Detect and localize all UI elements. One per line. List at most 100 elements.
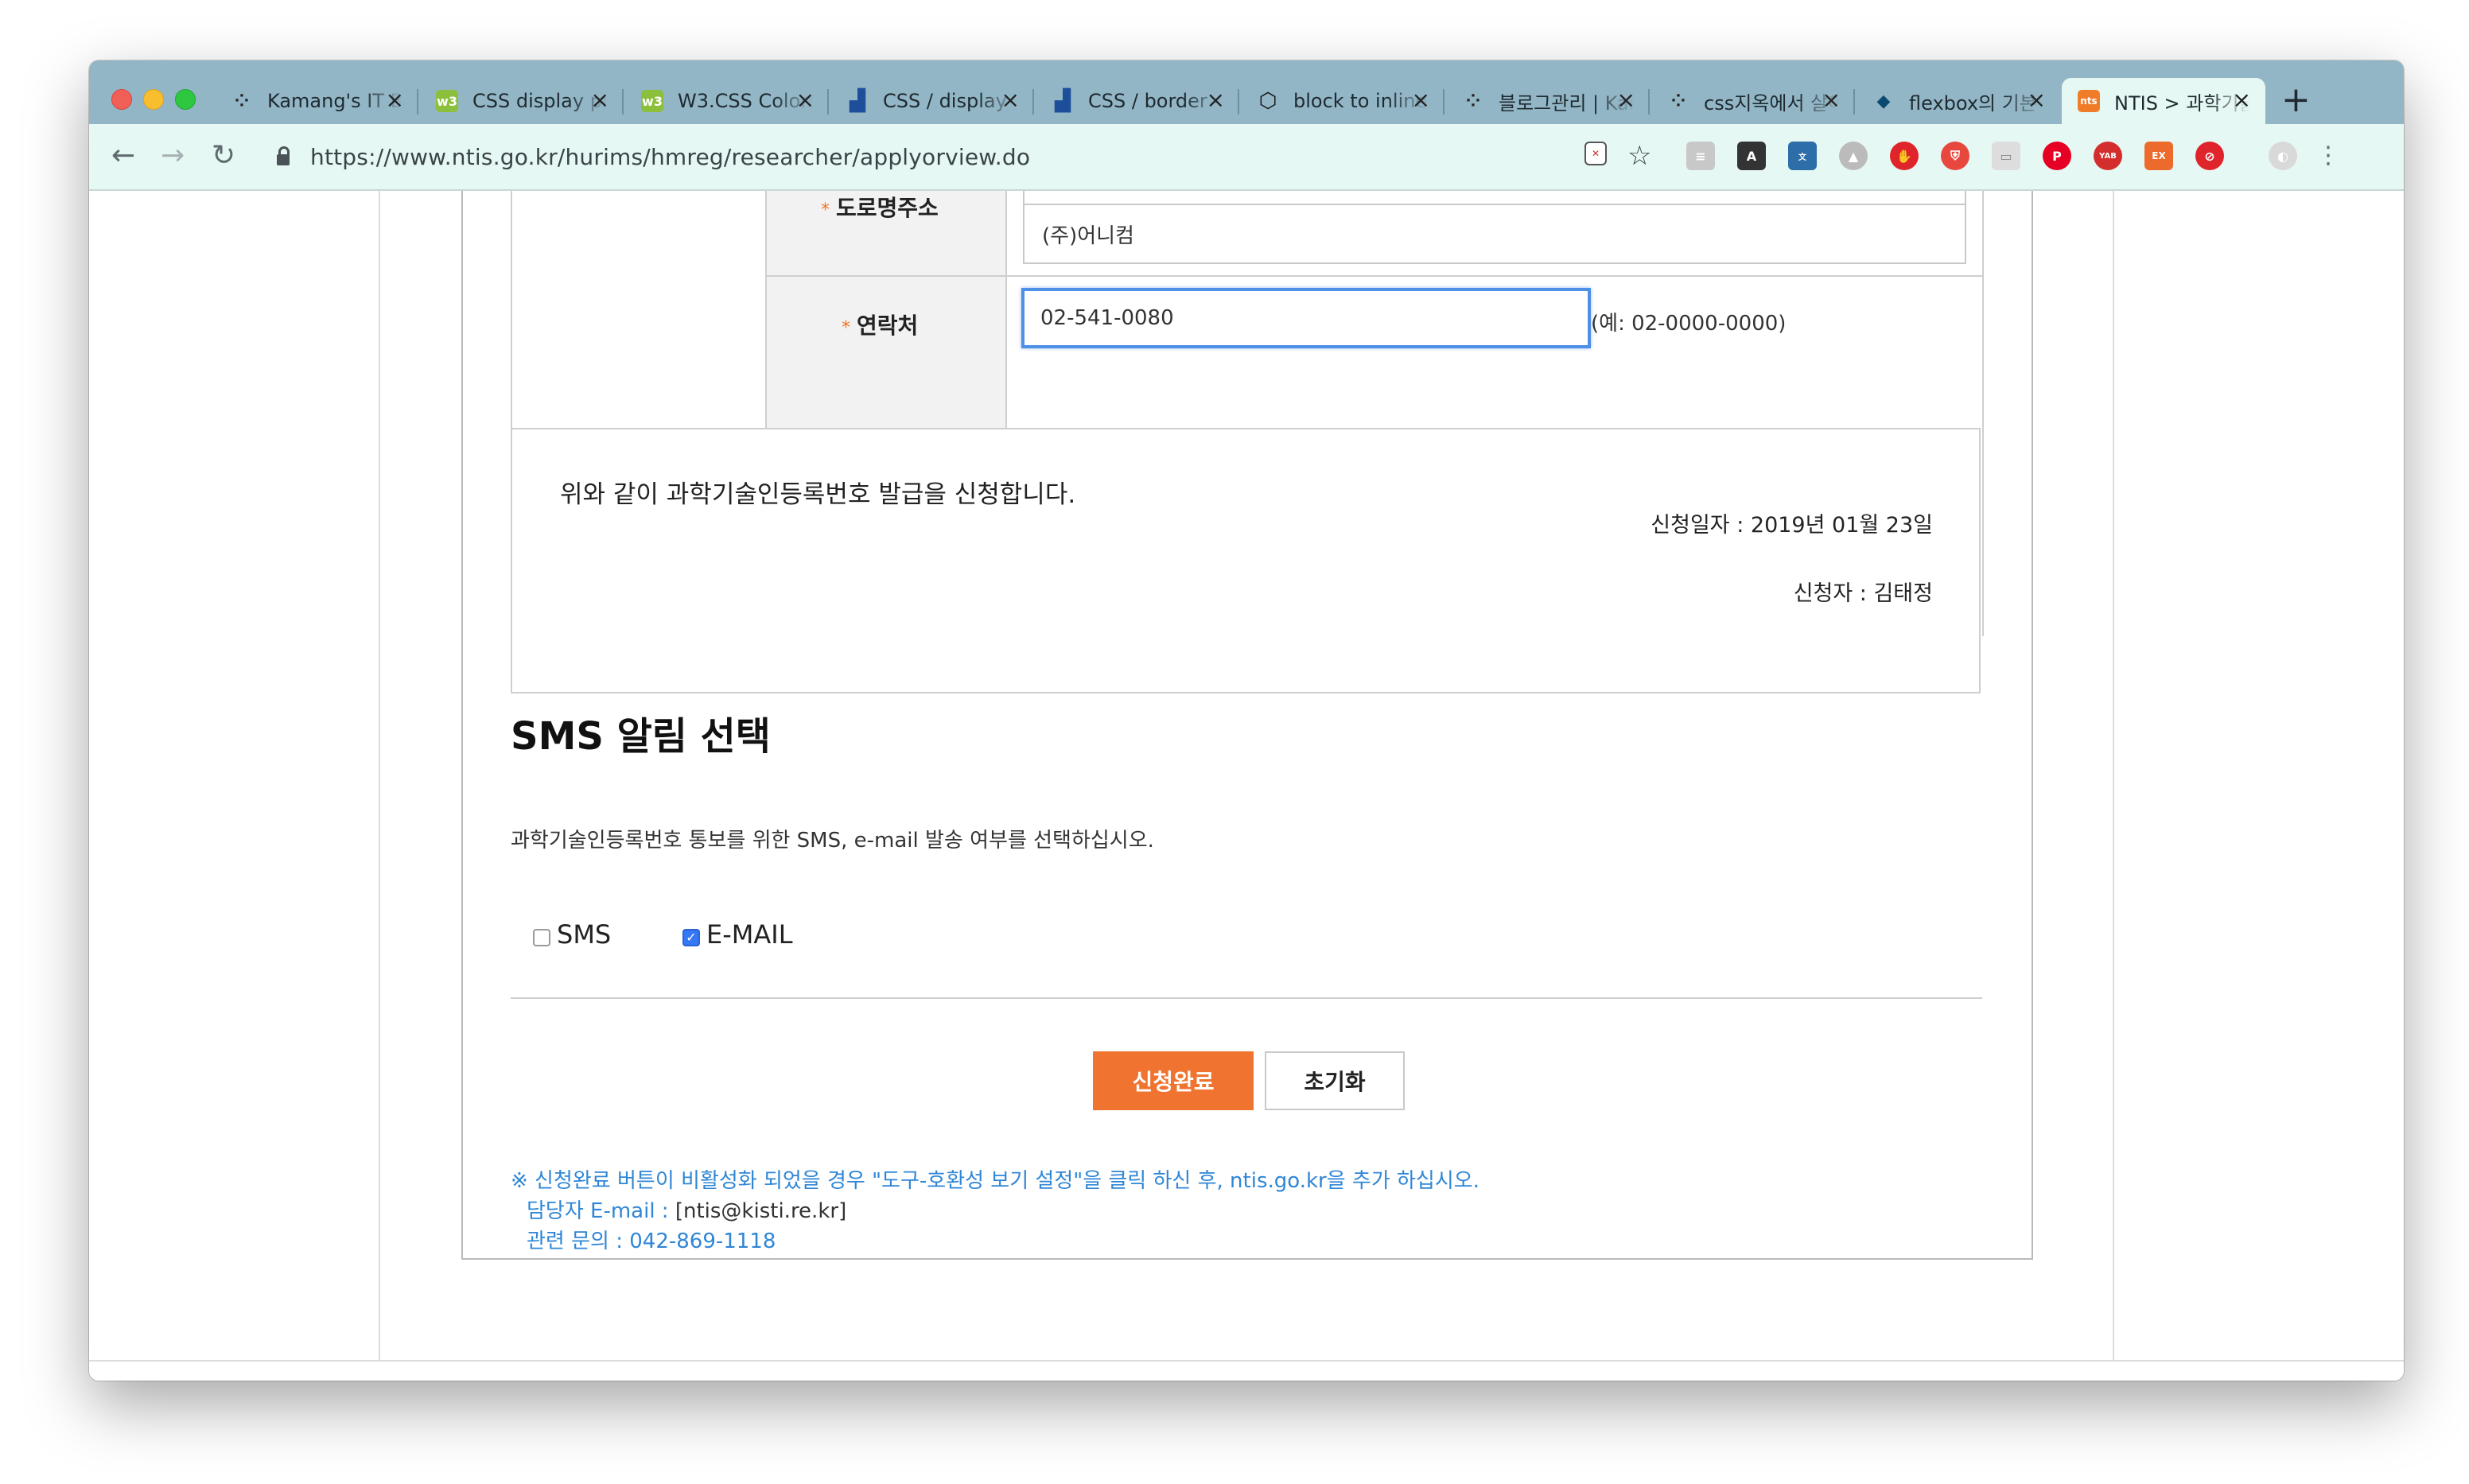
road-address-detail-input[interactable]: (주)어니컴 [1023,204,1966,264]
contact-hint: (예: 02-0000-0000) [1591,312,1787,336]
close-tab-icon[interactable]: × [1822,89,1841,111]
inquiry-note: 관련 문의 : 042-869-1118 [527,1230,776,1253]
lock-icon [277,146,290,165]
left-divider [379,191,380,1360]
codingfactory-icon: ▟ [1055,89,1071,113]
extension-translate-icon[interactable]: 文 [1788,142,1817,170]
tab-title: Kamang's IT Blog [267,90,402,112]
email-checkbox-label: E-MAIL [706,919,793,950]
road-address-label-text: 도로명주소 [836,195,939,221]
w3-icon: w3 [436,90,458,112]
tab-css-border[interactable]: ▟ CSS / border × [1036,78,1239,124]
close-tab-icon[interactable]: × [2028,89,2046,111]
page-content: * 도로명주소 (주)어니컴 * 연락처 02-541-0080 (예: 02-00… [89,191,2404,1381]
close-tab-icon[interactable]: × [796,89,815,111]
block-icon[interactable]: ⊘ [2195,142,2224,170]
ntis-icon: nts [2078,90,2100,112]
sms-description: 과학기술인등록번호 통보를 위한 SMS, e-mail 발송 여부를 선택하십… [511,829,1154,853]
contact-label: * 연락처 [842,309,918,340]
close-tab-icon[interactable]: × [1001,89,1020,111]
close-tab-icon[interactable]: × [2233,89,2251,111]
extension-window-icon[interactable]: ▭ [1992,142,2020,170]
tab-title: flexbox의 기본 [1909,91,2037,115]
applicant-name: 신청자 : 김태정 [1793,581,1933,606]
contact-input[interactable]: 02-541-0080 [1021,288,1591,348]
ex-icon[interactable]: EX [2144,142,2173,170]
email-checkbox[interactable]: ✓ [682,929,700,946]
tab-w3css-colors[interactable]: w3 W3.CSS Colors × [625,78,829,124]
blocked-content-icon[interactable]: ✕ [1584,142,1607,165]
reload-icon[interactable]: ↻ [212,138,235,173]
yab-icon[interactable]: YAB [2094,142,2122,170]
w3-icon: w3 [641,90,663,112]
tab-title: CSS / border [1088,90,1207,112]
contact-value: 02-541-0080 [1040,306,1174,330]
road-address-value: (주)어니컴 [1042,223,1134,248]
shield-icon[interactable]: ⛨ [1941,142,1969,170]
new-tab-button[interactable]: + [2281,83,2311,118]
close-window-button[interactable] [111,89,132,110]
profile-avatar-icon[interactable]: ◐ [2269,142,2297,170]
row-divider [765,275,1982,277]
contact-email-note: 담당자 E-mail : [ntis@kisti.re.kr] [527,1195,846,1224]
tab-title: CSS / display [883,90,1007,112]
close-tab-icon[interactable]: × [1617,89,1635,111]
contact-label-text: 연락처 [857,313,919,339]
required-mark: * [821,200,830,220]
google-drive-icon[interactable]: ▲ [1839,142,1868,170]
tab-title: CSS display property [472,90,608,112]
tab-kamang-blog[interactable]: ⁘ Kamang's IT Blog × [215,78,418,124]
close-tab-icon[interactable]: × [386,89,404,111]
codepen-icon: ⬡ [1258,89,1277,113]
sms-section-title: SMS 알림 선택 [511,714,771,759]
adblock-icon[interactable]: ✋ [1890,142,1919,170]
tistory-icon: ⁘ [1465,91,1481,111]
contact-email-label: 담당자 E-mail : [527,1199,669,1223]
application-box [511,428,1981,693]
extension-reader-icon[interactable]: ≡ [1686,142,1715,170]
compat-note: ※ 신청완료 버튼이 비활성화 되었을 경우 "도구-호환성 보기 설정"을 클… [511,1169,1479,1193]
codingfactory-icon: ▟ [850,89,865,113]
forward-icon[interactable]: → [161,138,185,173]
tab-css-display-2[interactable]: ▟ CSS / display × [830,78,1034,124]
reset-button[interactable]: 초기화 [1265,1051,1405,1110]
url-text: https://www.ntis.go.kr/hurims/hmreg/rese… [310,143,1031,170]
browser-window: ⁘ Kamang's IT Blog × w3 CSS display prop… [89,60,2404,1381]
contact-email-value[interactable]: [ntis@kisti.re.kr] [675,1199,846,1223]
menu-dots-icon[interactable]: ⋮ [2316,138,2340,173]
submit-button[interactable]: 신청완료 [1093,1051,1254,1110]
bird-icon: ◆ [1876,91,1891,111]
tab-ntis[interactable]: nts NTIS > 과학기술인 × [2062,78,2265,124]
tab-title: 블로그관리 | Kamang [1499,91,1634,115]
close-tab-icon[interactable]: × [1412,89,1430,111]
maximize-window-button[interactable] [175,89,196,110]
tab-bar: ⁘ Kamang's IT Blog × w3 CSS display prop… [89,60,2404,124]
address-bar[interactable]: https://www.ntis.go.kr/hurims/hmreg/rese… [272,135,1640,178]
tab-css-display[interactable]: w3 CSS display property × [420,78,624,124]
sms-checkbox[interactable] [533,929,550,946]
tistory-icon: ⁘ [234,91,250,111]
pinterest-icon[interactable]: P [2043,142,2071,170]
minimize-window-button[interactable] [143,89,164,110]
application-statement: 위와 같이 과학기술인등록번호 발급을 신청합니다. [560,480,1076,509]
tab-title: block to inline [1293,90,1428,112]
required-mark: * [842,318,850,338]
extension-a-icon[interactable]: A [1737,142,1766,170]
close-tab-icon[interactable]: × [591,89,609,111]
application-date: 신청일자 : 2019년 01월 23일 [1651,513,1933,538]
tab-blog-admin[interactable]: ⁘ 블로그관리 | Kamang × [1446,78,1650,124]
tab-title: css지옥에서 살아남기 [1704,91,1839,115]
road-address-label: * 도로명주소 [821,191,939,223]
bottom-divider [89,1360,2404,1362]
browser-toolbar: ← → ↻ https://www.ntis.go.kr/hurims/hmre… [89,124,2404,191]
tab-title: W3.CSS Colors [678,90,813,112]
tab-css-hell[interactable]: ⁘ css지옥에서 살아남기 × [1651,78,1855,124]
right-divider [2113,191,2114,1360]
tab-flexbox[interactable]: ◆ flexbox의 기본 × [1857,78,2060,124]
tab-block-to-inline[interactable]: ⬡ block to inline × [1241,78,1444,124]
section-divider [511,997,1982,999]
close-tab-icon[interactable]: × [1207,89,1225,111]
tistory-icon: ⁘ [1670,91,1686,111]
back-icon[interactable]: ← [111,138,135,173]
bookmark-star-icon[interactable]: ☆ [1627,138,1651,173]
